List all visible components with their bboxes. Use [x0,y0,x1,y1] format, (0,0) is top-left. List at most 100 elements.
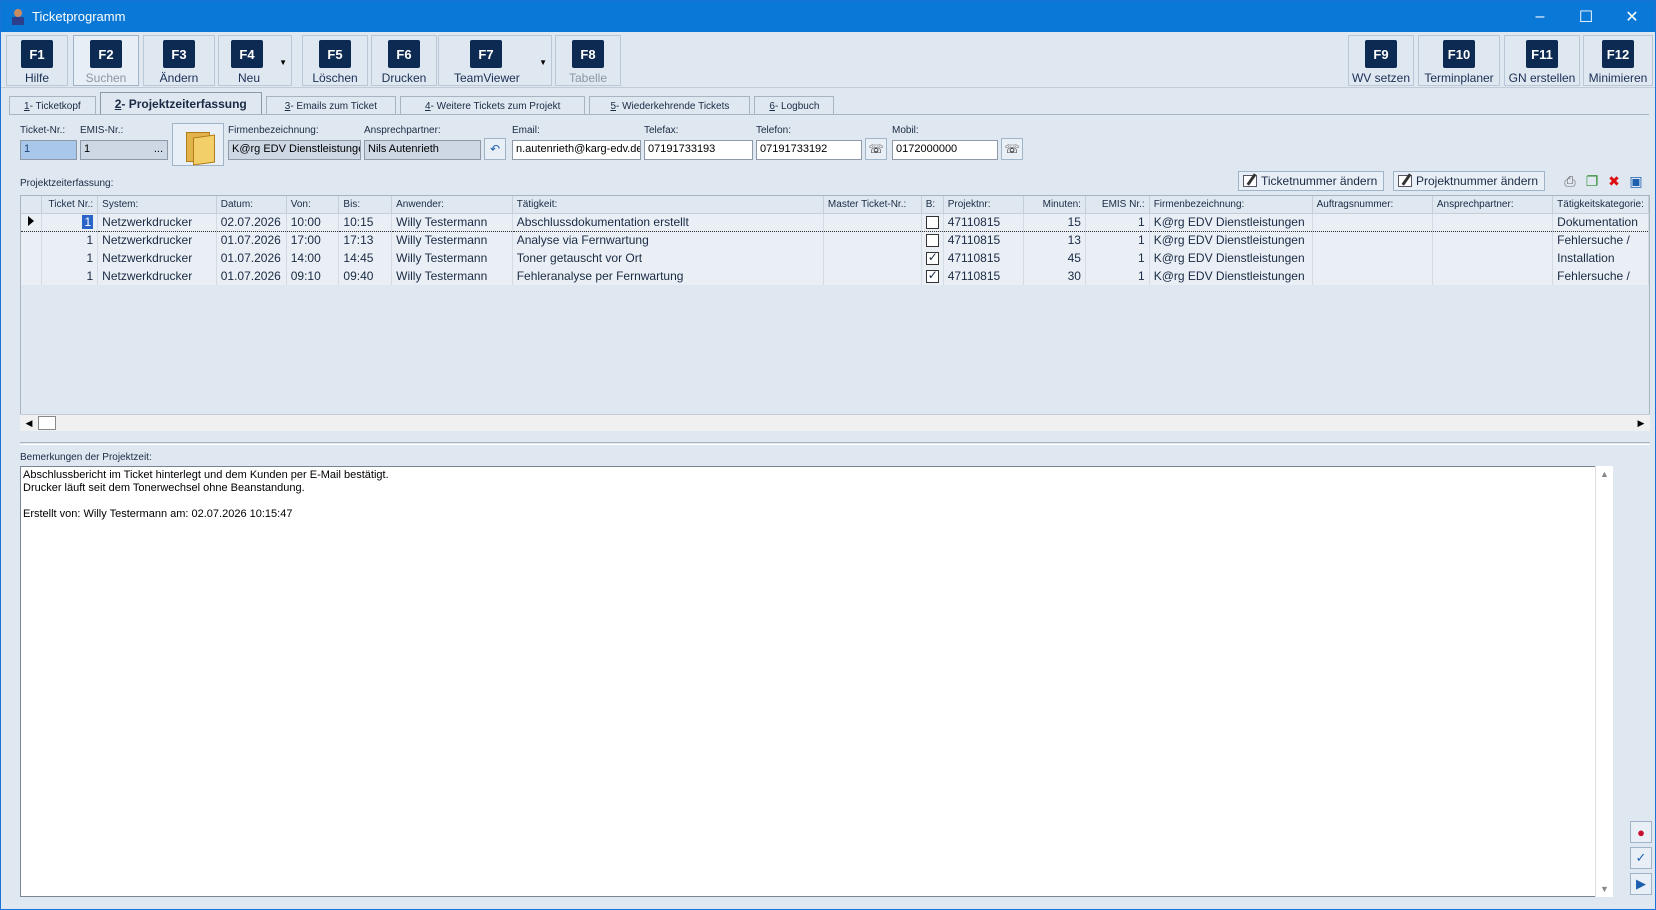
column-header[interactable]: Ansprechpartner: [1432,196,1554,214]
cell-taetigkeit[interactable]: Abschlussdokumentation erstellt [512,212,824,232]
emis-nr-field[interactable]: 1... [80,140,168,160]
cell-ansprech[interactable] [1432,212,1554,232]
cell-system[interactable]: Netzwerkdrucker [97,249,217,267]
column-header[interactable]: Minuten: [1023,196,1086,214]
print-button[interactable]: F6 Drucken [371,35,437,86]
table-row[interactable]: 1 Netzwerkdrucker 01.07.2026 17:00 17:13… [21,231,1649,249]
phone-icon[interactable]: ☏ [865,138,887,160]
billed-checkbox[interactable] [925,250,939,266]
cell-b[interactable] [921,212,944,232]
column-header[interactable]: Master Ticket-Nr.: [823,196,922,214]
teamviewer-button[interactable]: F7 TeamViewer ▼ [438,35,552,86]
column-header[interactable]: Tätigkeit: [512,196,824,214]
cell-kategorie[interactable]: Fehlersuche / [1552,267,1649,285]
phone-icon[interactable]: ☏ [1001,138,1023,160]
column-header[interactable]: Firmenbezeichnung: [1149,196,1313,214]
telefon-field[interactable]: 07191733192 [756,140,862,160]
cell-firma[interactable]: K@rg EDV Dienstleistungen [1149,231,1313,249]
cell-anwender[interactable]: Willy Testermann [391,231,513,249]
emis-lookup-button[interactable]: ... [154,143,163,155]
lips-icon[interactable]: ● [1630,821,1652,843]
undo-icon[interactable]: ↶ [484,138,506,160]
column-header[interactable]: Anwender: [391,196,513,214]
cell-minuten[interactable]: 45 [1023,249,1086,267]
delete-icon[interactable]: ✖ [1604,171,1624,191]
cell-projekt[interactable]: 47110815 [943,231,1025,249]
cell-minuten[interactable]: 13 [1023,231,1086,249]
cell-kategorie[interactable]: Installation [1552,249,1649,267]
column-header[interactable]: Ticket Nr.: [41,196,99,214]
cell-b[interactable] [921,231,944,249]
cell-projekt[interactable]: 47110815 [943,249,1025,267]
scroll-thumb[interactable] [38,416,56,430]
cell-anwender[interactable]: Willy Testermann [391,212,513,232]
printer-icon[interactable]: ⎙ [1560,171,1580,191]
cell-auftrag[interactable] [1312,249,1433,267]
memo-vertical-scrollbar[interactable]: ▲ ▼ [1595,466,1613,897]
scroll-up-icon[interactable]: ▲ [1600,469,1609,479]
cell-firma[interactable]: K@rg EDV Dienstleistungen [1149,267,1313,285]
cell-taetigkeit[interactable]: Analyse via Fernwartung [512,231,824,249]
cell-system[interactable]: Netzwerkdrucker [97,212,217,232]
cell-firma[interactable]: K@rg EDV Dienstleistungen [1149,249,1313,267]
cell-kategorie[interactable]: Dokumentation [1552,212,1649,232]
tab-projektzeiterfassung[interactable]: 2 - Projektzeiterfassung [99,92,262,115]
cell-master[interactable] [823,249,922,267]
scheduler-button[interactable]: F10 Terminplaner [1418,35,1500,86]
cell-ticket[interactable]: 1 [41,231,99,249]
ansprech-field[interactable]: Nils Autenrieth [364,140,481,160]
cell-auftrag[interactable] [1312,212,1433,232]
cell-ansprech[interactable] [1432,249,1554,267]
panel-splitter[interactable] [20,442,1650,445]
scroll-left-icon[interactable]: ◀ [21,416,37,431]
column-header[interactable]: EMIS Nr.: [1085,196,1150,214]
cell-firma[interactable]: K@rg EDV Dienstleistungen [1149,212,1313,232]
email-field[interactable]: n.autenrieth@karg-edv.de [512,140,641,160]
cell-master[interactable] [823,212,922,232]
dropdown-arrow-icon[interactable]: ▼ [539,58,547,67]
cell-emis[interactable]: 1 [1085,231,1150,249]
cell-ticket[interactable]: 1 [41,212,99,232]
time-entries-grid[interactable]: Ticket Nr.: System: Datum: Von: Bis: Anw… [20,195,1650,431]
cell-ansprech[interactable] [1432,267,1554,285]
change-projektnr-button[interactable]: Projektnummer ändern [1393,171,1546,191]
change-ticketnr-button[interactable]: Ticketnummer ändern [1238,171,1385,191]
delete-button[interactable]: F5 Löschen [302,35,368,86]
insert-icon[interactable]: ▶ [1630,873,1652,895]
tab-wiederkehrende[interactable]: 5 - Wiederkehrende Tickets [589,96,751,115]
mobil-field[interactable]: 0172000000 [892,140,998,160]
billed-checkbox[interactable] [925,216,939,230]
cell-auftrag[interactable] [1312,267,1433,285]
cell-master[interactable] [823,267,922,285]
column-header[interactable]: System: [97,196,217,214]
cell-von[interactable]: 09:10 [286,267,340,285]
firma-field[interactable]: K@rg EDV Dienstleistungen [228,140,361,160]
table-row[interactable]: 1 Netzwerkdrucker 01.07.2026 14:00 14:45… [21,249,1649,267]
scroll-down-icon[interactable]: ▼ [1600,884,1609,894]
cell-von[interactable]: 10:00 [286,212,340,232]
cell-system[interactable]: Netzwerkdrucker [97,231,217,249]
cell-kategorie[interactable]: Fehlersuche / [1552,231,1649,249]
cell-ticket[interactable]: 1 [41,267,99,285]
column-header[interactable]: Auftragsnummer: [1312,196,1433,214]
cell-taetigkeit[interactable]: Fehleranalyse per Fernwartung [512,267,824,285]
column-header[interactable]: B: [921,196,944,214]
tab-emails[interactable]: 3 - Emails zum Ticket [265,96,397,115]
help-button[interactable]: F1 Hilfe [6,35,68,86]
cell-system[interactable]: Netzwerkdrucker [97,267,217,285]
edit-button[interactable]: F3 Ändern [143,35,215,86]
table-row[interactable]: 1 Netzwerkdrucker 01.07.2026 09:10 09:40… [21,267,1649,285]
cell-b[interactable] [921,249,944,267]
cell-datum[interactable]: 01.07.2026 [216,267,287,285]
cell-von[interactable]: 17:00 [286,231,340,249]
folder-icon[interactable] [172,123,224,166]
cell-bis[interactable]: 10:15 [338,212,393,232]
cell-projekt[interactable]: 47110815 [943,267,1025,285]
minimize-app-button[interactable]: F12 Minimieren [1583,35,1653,86]
ticket-nr-field[interactable]: 1 [20,140,77,160]
telefax-field[interactable]: 07191733193 [644,140,753,160]
cell-anwender[interactable]: Willy Testermann [391,267,513,285]
export-icon[interactable]: ❐ [1582,171,1602,191]
cell-taetigkeit[interactable]: Toner getauscht vor Ort [512,249,824,267]
cell-bis[interactable]: 17:13 [338,231,393,249]
